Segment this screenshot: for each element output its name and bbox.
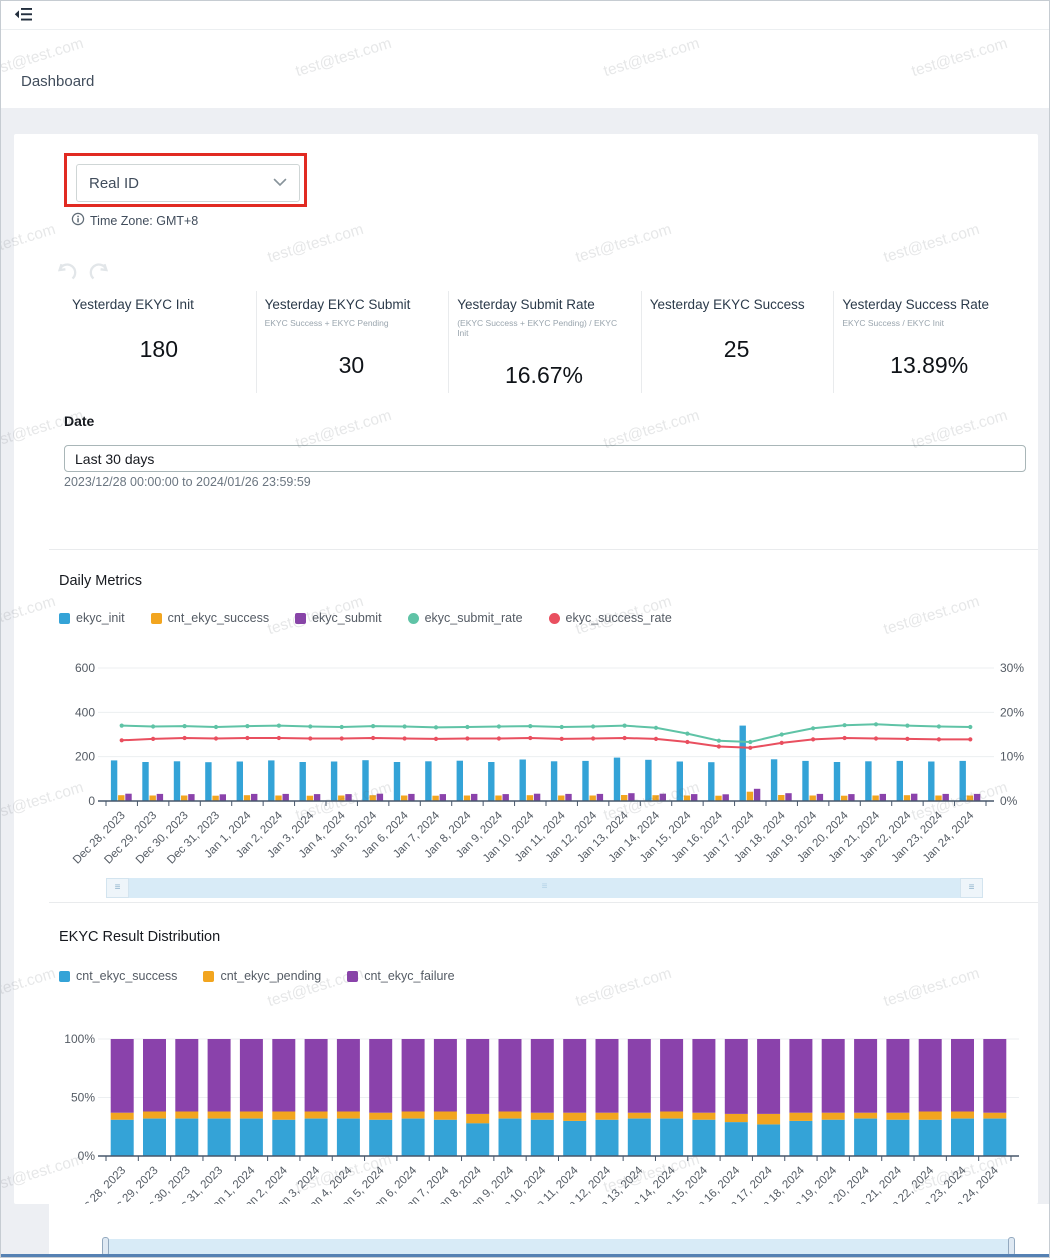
legend-marker: [295, 612, 307, 624]
legend-label: ekyc_init: [76, 611, 125, 625]
svg-text:0: 0: [88, 794, 95, 808]
svg-text:30%: 30%: [1000, 661, 1024, 675]
daily-metrics-chart: 0 0% 200 10% 400 20% 600 30% Dec 28, 2023 Dec 29,…: [49, 656, 1038, 871]
stat-card: Yesterday EKYC Success 25: [640, 291, 834, 393]
legend-marker: [347, 970, 359, 982]
svg-text:0%: 0%: [1000, 794, 1018, 808]
svg-text:20%: 20%: [1000, 705, 1024, 719]
selected-product-label: Real ID: [89, 174, 140, 192]
legend-label: ekyc_submit_rate: [424, 611, 523, 625]
svg-text:200: 200: [75, 750, 95, 764]
svg-text:100%: 100%: [64, 1032, 95, 1046]
section-divider: [49, 549, 1038, 550]
stat-card: Yesterday Submit Rate (EKYC Success + EK…: [448, 291, 641, 393]
redo-icon: [89, 263, 112, 287]
undo-button[interactable]: [54, 263, 77, 287]
legend-label: ekyc_success_rate: [565, 611, 672, 625]
top-bar: [1, 1, 1049, 30]
svg-text:600: 600: [75, 661, 95, 675]
stat-value: 16.67%: [504, 362, 583, 388]
legend-label: cnt_ekyc_success: [167, 611, 270, 625]
legend-item[interactable]: ekyc_success_rate: [548, 611, 672, 625]
date-label: Date: [64, 413, 95, 429]
legend-item[interactable]: cnt_ekyc_pending: [203, 969, 321, 983]
legend-label: cnt_ekyc_failure: [364, 969, 455, 983]
stat-card: Yesterday Success Rate EKYC Success / EK…: [833, 291, 1026, 393]
legend-marker: [203, 970, 215, 982]
legend-label: ekyc_submit: [312, 611, 382, 625]
legend-item[interactable]: ekyc_submit_rate: [407, 611, 523, 625]
legend-label: cnt_ekyc_success: [76, 969, 178, 983]
svg-text:0%: 0%: [78, 1149, 96, 1163]
distribution-zoom-slider[interactable]: [102, 1237, 1015, 1256]
stat-subtitle: (EKYC Success + EKYC Pending) / EKYC Ini…: [457, 318, 618, 338]
daily-metrics-legend: ekyc_init cnt_ekyc_success ekyc_submit ekyc…: [59, 611, 672, 625]
watermark-text: test@test.com: [909, 34, 1010, 81]
legend-marker: [548, 612, 560, 624]
ekyc-distribution-chart: 0% 50% 100% Dec 28, 2023 Dec 29, 2023 Dec 30,…: [49, 1032, 1038, 1222]
stat-title: Yesterday EKYC Submit: [264, 297, 411, 312]
legend-item[interactable]: ekyc_init: [59, 611, 125, 625]
svg-text:10%: 10%: [1000, 750, 1024, 764]
stat-subtitle: EKYC Success / EKYC Init: [842, 318, 944, 328]
legend-item[interactable]: ekyc_submit: [295, 611, 382, 625]
daily-metrics-section-title: Daily Metrics: [59, 573, 142, 589]
chevron-down-icon: [273, 174, 287, 192]
bottom-band: [1, 1204, 1049, 1257]
info-icon: [71, 212, 85, 229]
sidebar-toggle-button[interactable]: [12, 7, 34, 25]
stat-value: 13.89%: [890, 352, 969, 378]
daily-metrics-zoom-slider: ≡ ≡ ≡: [106, 878, 983, 898]
svg-text:400: 400: [75, 705, 95, 719]
slider-left-handle[interactable]: ≡: [106, 878, 129, 898]
timezone-row: Time Zone: GMT+8: [71, 212, 198, 229]
legend-marker: [150, 612, 162, 624]
stat-card: Yesterday EKYC Init 180: [64, 291, 256, 393]
product-select[interactable]: Real ID: [76, 164, 300, 202]
svg-text:50%: 50%: [71, 1091, 95, 1105]
dashboard-page: Dashboard Real ID Time Zone: GMT+8 Yeste…: [0, 0, 1050, 1258]
date-range-value: Last 30 days: [75, 450, 155, 467]
stat-title: Yesterday EKYC Success: [649, 297, 805, 312]
stat-subtitle: EKYC Success + EKYC Pending: [264, 318, 389, 328]
collapse-menu-icon: [14, 8, 33, 25]
highlight-box: Real ID: [64, 153, 307, 207]
slider-right-handle[interactable]: ≡: [960, 878, 983, 898]
stat-title: Yesterday Success Rate: [842, 297, 989, 312]
legend-marker: [59, 970, 70, 982]
watermark-text: test@test.com: [293, 34, 394, 81]
section-divider: [49, 902, 1038, 903]
legend-item[interactable]: cnt_ekyc_success: [59, 969, 177, 983]
timezone-label: Time Zone: GMT+8: [90, 213, 199, 228]
stats-row: Yesterday EKYC Init 180 Yesterday EKYC S…: [64, 291, 1026, 393]
stat-value: 30: [338, 352, 365, 378]
legend-marker: [59, 612, 70, 624]
page-title: Dashboard: [21, 73, 95, 90]
legend-item[interactable]: cnt_ekyc_failure: [347, 969, 455, 983]
legend-item[interactable]: cnt_ekyc_success: [150, 611, 270, 625]
stat-card: Yesterday EKYC Submit EKYC Success + EKY…: [255, 291, 449, 393]
legend-marker: [407, 612, 419, 624]
undo-icon: [54, 263, 77, 287]
ekyc-distribution-section-title: EKYC Result Distribution: [59, 929, 221, 945]
date-range-input[interactable]: Last 30 days: [64, 445, 1026, 472]
stat-title: Yesterday Submit Rate: [457, 297, 595, 312]
stat-value: 25: [723, 336, 750, 362]
stat-value: 180: [139, 336, 178, 362]
ekyc-distribution-legend: cnt_ekyc_success cnt_ekyc_pending cnt_ekyc…: [59, 969, 455, 983]
dashboard-card: Real ID Time Zone: GMT+8 Yesterday EKYC …: [14, 134, 1038, 1222]
date-range-text: 2023/12/28 00:00:00 to 2024/01/26 23:59:…: [64, 475, 311, 489]
corner-background: [1, 1204, 49, 1254]
watermark-text: test@test.com: [601, 34, 702, 81]
stat-title: Yesterday EKYC Init: [72, 297, 194, 312]
bottom-border-line: [1, 1254, 1049, 1257]
redo-button[interactable]: [89, 263, 112, 287]
undo-redo-toolbar: [54, 263, 112, 287]
slider-track[interactable]: ≡: [129, 878, 960, 898]
legend-label: cnt_ekyc_pending: [220, 969, 322, 983]
